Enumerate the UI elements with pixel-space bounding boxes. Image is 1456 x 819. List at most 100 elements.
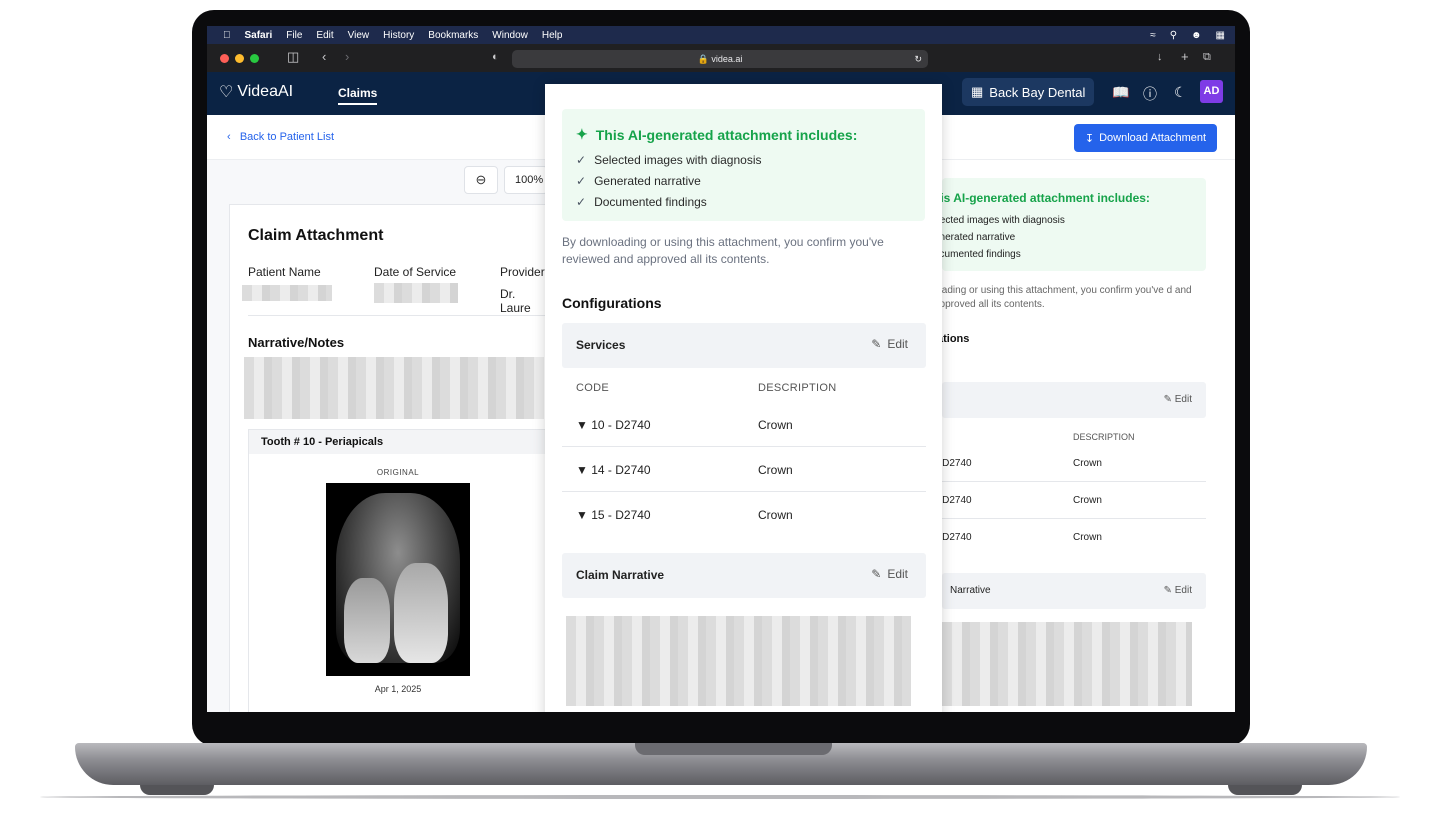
narrative-notes-title: Narrative/Notes bbox=[248, 335, 345, 350]
provider-label: Provider bbox=[500, 265, 545, 279]
user-icon[interactable]: ☻ bbox=[1191, 30, 1202, 41]
practice-name: Back Bay Dental bbox=[989, 84, 1086, 100]
menu-file[interactable]: File bbox=[286, 30, 302, 41]
videa-logo[interactable]: ♡ VideaAI bbox=[219, 82, 293, 102]
xray-tooth-right bbox=[394, 563, 448, 663]
download-attachment-button[interactable]: ↧ Download Attachment bbox=[1074, 124, 1217, 152]
image-date: Apr 1, 2025 bbox=[374, 684, 422, 694]
bg-narrative-edit[interactable]: ✎ Edit bbox=[1164, 585, 1192, 596]
attachment-confirm-modal: ✦ This AI-generated attachment includes:… bbox=[545, 84, 942, 712]
bg-service-desc: Crown bbox=[1073, 495, 1102, 506]
menu-window[interactable]: Window bbox=[492, 30, 528, 41]
service-code-text: 15 - D2740 bbox=[591, 508, 651, 522]
service-description: Crown bbox=[758, 508, 793, 522]
reload-icon[interactable]: ↻ bbox=[914, 50, 922, 68]
bg-service-desc: Crown bbox=[1073, 532, 1102, 543]
forward-icon[interactable]: › bbox=[345, 49, 349, 64]
bg-ai-summary-title: his AI-generated attachment includes: bbox=[942, 191, 1150, 205]
ai-item: ✓ Generated narrative bbox=[576, 174, 701, 188]
description-column-header: DESCRIPTION bbox=[758, 382, 837, 394]
ai-item: ✓ Documented findings bbox=[576, 195, 707, 209]
ai-summary-box: ✦ This AI-generated attachment includes:… bbox=[562, 109, 925, 221]
spotlight-icon[interactable]: ⚲ bbox=[1170, 30, 1177, 41]
help-icon[interactable]: ⓘ bbox=[1143, 84, 1157, 104]
bg-services-edit[interactable]: ✎ Edit bbox=[1164, 394, 1192, 405]
dark-mode-icon[interactable]: ☾ bbox=[1174, 84, 1187, 101]
laptop-notch bbox=[635, 743, 832, 755]
date-of-service-redacted bbox=[374, 283, 458, 303]
service-code-text: 14 - D2740 bbox=[591, 463, 651, 477]
tooth-icon: ▼ bbox=[576, 508, 588, 522]
menubar-status: ≈ ⚲ ☻ ▦ bbox=[1150, 26, 1225, 44]
bg-service-row: - D2740 Crown bbox=[942, 519, 1206, 556]
header-divider bbox=[248, 315, 548, 316]
nav-tab-claims[interactable]: Claims bbox=[338, 86, 378, 105]
tabs-overview-icon[interactable]: ⧉ bbox=[1203, 51, 1211, 64]
close-window-button[interactable] bbox=[220, 54, 229, 63]
services-section-bar: Services ✎ Edit bbox=[562, 323, 926, 368]
menu-safari[interactable]: Safari bbox=[245, 30, 273, 41]
zoom-level[interactable]: 100% bbox=[504, 166, 548, 194]
apple-icon[interactable]:  bbox=[223, 30, 231, 41]
service-code: ▼ 15 - D2740 bbox=[576, 508, 651, 522]
address-bar[interactable]: 🔒 videa.ai ↻ bbox=[512, 50, 928, 68]
confirm-text: By downloading or using this attachment,… bbox=[562, 235, 884, 266]
tooth-icon: ▼ bbox=[576, 418, 588, 432]
bg-services-bar: ces ✎ Edit bbox=[942, 382, 1206, 418]
tooth-card-header: Tooth # 10 - Periapicals bbox=[249, 430, 547, 454]
service-description: Crown bbox=[758, 463, 793, 477]
sidebar-icon[interactable]: ◫ bbox=[287, 49, 299, 65]
menu-help[interactable]: Help bbox=[542, 30, 563, 41]
original-label: ORIGINAL bbox=[376, 468, 420, 477]
menu-edit[interactable]: Edit bbox=[316, 30, 333, 41]
zoom-out-button[interactable]: ⊖ bbox=[464, 166, 498, 194]
service-code: ▼ 10 - D2740 bbox=[576, 418, 651, 432]
bg-ai-item-2: enerated narrative bbox=[942, 232, 1016, 243]
check-icon: ✓ bbox=[576, 174, 587, 188]
tooth-logo-icon: ♡ bbox=[219, 84, 234, 101]
patient-name-redacted bbox=[242, 285, 332, 301]
control-center-icon[interactable]: ▦ bbox=[1216, 30, 1225, 41]
bg-ai-summary-box: his AI-generated attachment includes: el… bbox=[942, 178, 1206, 271]
back-to-patient-list-link[interactable]: ‹ Back to Patient List bbox=[227, 131, 334, 143]
bg-ai-item-1: elected images with diagnosis bbox=[942, 215, 1065, 226]
xray-image[interactable] bbox=[326, 483, 470, 676]
minimize-window-button[interactable] bbox=[235, 54, 244, 63]
tooth-icon: ▼ bbox=[576, 463, 588, 477]
document-title: Claim Attachment bbox=[248, 227, 384, 244]
user-avatar[interactable]: AD bbox=[1200, 80, 1223, 103]
service-description: Crown bbox=[758, 418, 793, 432]
narrative-redacted bbox=[244, 357, 544, 419]
logo-text: VideaAI bbox=[237, 83, 294, 100]
back-icon[interactable]: ‹ bbox=[322, 49, 326, 64]
lock-icon: 🔒 bbox=[697, 54, 709, 64]
book-icon[interactable]: 📖 bbox=[1112, 84, 1129, 101]
menu-history[interactable]: History bbox=[383, 30, 414, 41]
bg-narrative-label: Narrative bbox=[950, 585, 991, 596]
zoom-window-button[interactable] bbox=[250, 54, 259, 63]
bg-service-desc: Crown bbox=[1073, 458, 1102, 469]
narrative-text-redacted bbox=[566, 616, 911, 706]
bg-edit-label: Edit bbox=[1174, 585, 1192, 596]
shield-icon[interactable]: ◐ bbox=[492, 51, 499, 63]
bg-narrative-bar: Narrative ✎ Edit bbox=[942, 573, 1206, 609]
edit-label: Edit bbox=[887, 337, 908, 351]
bg-service-row: - D2740 Crown bbox=[942, 445, 1206, 482]
claim-document: Claim Attachment Patient Name Date of Se… bbox=[229, 204, 549, 712]
bg-service-code: - D2740 bbox=[942, 532, 972, 543]
new-tab-icon[interactable]: + bbox=[1181, 49, 1189, 64]
bg-configurations-title: urations bbox=[942, 333, 970, 345]
services-label: Services bbox=[576, 338, 626, 352]
browser-toolbar: ◫ ‹ › ◐ 🔒 videa.ai ↻ ↓ + ⧉ bbox=[207, 44, 1235, 72]
narrative-edit-button[interactable]: ✎ Edit bbox=[871, 567, 908, 581]
bg-confirm-text: loading or using this attachment, you co… bbox=[942, 285, 1192, 310]
menu-bookmarks[interactable]: Bookmarks bbox=[428, 30, 478, 41]
download-icon[interactable]: ↓ bbox=[1157, 51, 1163, 63]
sparkle-icon: ✦ bbox=[576, 126, 588, 142]
services-edit-button[interactable]: ✎ Edit bbox=[871, 337, 908, 351]
menu-view[interactable]: View bbox=[348, 30, 370, 41]
wifi-icon[interactable]: ≈ bbox=[1150, 30, 1156, 41]
check-icon: ✓ bbox=[576, 153, 587, 167]
check-icon: ✓ bbox=[576, 195, 587, 209]
practice-switcher[interactable]: ▦ Back Bay Dental bbox=[962, 78, 1095, 106]
